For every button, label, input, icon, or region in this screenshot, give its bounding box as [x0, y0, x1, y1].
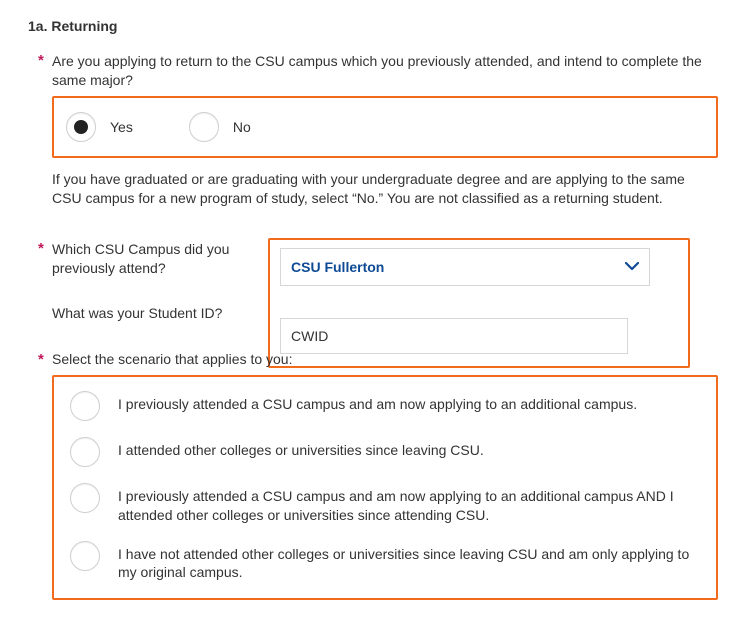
radio-icon[interactable]: [189, 112, 219, 142]
radio-label: No: [233, 119, 251, 135]
radio-label: Yes: [110, 119, 133, 135]
question-text: Are you applying to return to the CSU ca…: [52, 53, 702, 88]
label-text: What was your Student ID?: [52, 305, 222, 321]
highlight-yes-no: Yes No: [52, 96, 718, 158]
required-asterisk: *: [38, 52, 44, 69]
question-campus: * Which CSU Campus did you previously at…: [52, 230, 262, 364]
option-text: I previously attended a CSU campus and a…: [118, 483, 700, 525]
highlight-campus-id: CSU Fullerton: [268, 238, 690, 368]
question-scenario: * Select the scenario that applies to yo…: [52, 351, 718, 367]
radio-icon[interactable]: [70, 483, 100, 513]
radio-option-scenario-1[interactable]: I previously attended a CSU campus and a…: [70, 391, 700, 421]
radio-icon[interactable]: [70, 541, 100, 571]
radio-icon[interactable]: [70, 437, 100, 467]
question-text: Select the scenario that applies to you:: [52, 351, 292, 367]
radio-option-scenario-3[interactable]: I previously attended a CSU campus and a…: [70, 483, 700, 525]
select-value: CSU Fullerton: [291, 259, 384, 275]
radio-option-scenario-2[interactable]: I attended other colleges or universitie…: [70, 437, 700, 467]
helper-text: If you have graduated or are graduating …: [52, 170, 718, 208]
question-returning: * Are you applying to return to the CSU …: [52, 52, 718, 90]
label-text: Which CSU Campus did you previously atte…: [52, 241, 229, 276]
radio-icon[interactable]: [66, 112, 96, 142]
input-student-id[interactable]: [280, 318, 628, 354]
highlight-scenario: I previously attended a CSU campus and a…: [52, 375, 718, 601]
option-text: I have not attended other colleges or un…: [118, 541, 700, 583]
radio-option-yes[interactable]: Yes: [66, 112, 133, 142]
chevron-down-icon: [625, 258, 639, 276]
option-text: I attended other colleges or universitie…: [118, 437, 484, 460]
select-campus[interactable]: CSU Fullerton: [280, 248, 650, 286]
question-student-id: What was your Student ID?: [52, 304, 262, 323]
radio-icon[interactable]: [70, 391, 100, 421]
required-asterisk: *: [38, 351, 44, 368]
required-asterisk: *: [38, 240, 44, 257]
radio-option-no[interactable]: No: [189, 112, 251, 142]
option-text: I previously attended a CSU campus and a…: [118, 391, 637, 414]
section-heading: 1a. Returning: [28, 18, 718, 34]
radio-option-scenario-4[interactable]: I have not attended other colleges or un…: [70, 541, 700, 583]
radio-group-returning: Yes No: [66, 112, 704, 142]
